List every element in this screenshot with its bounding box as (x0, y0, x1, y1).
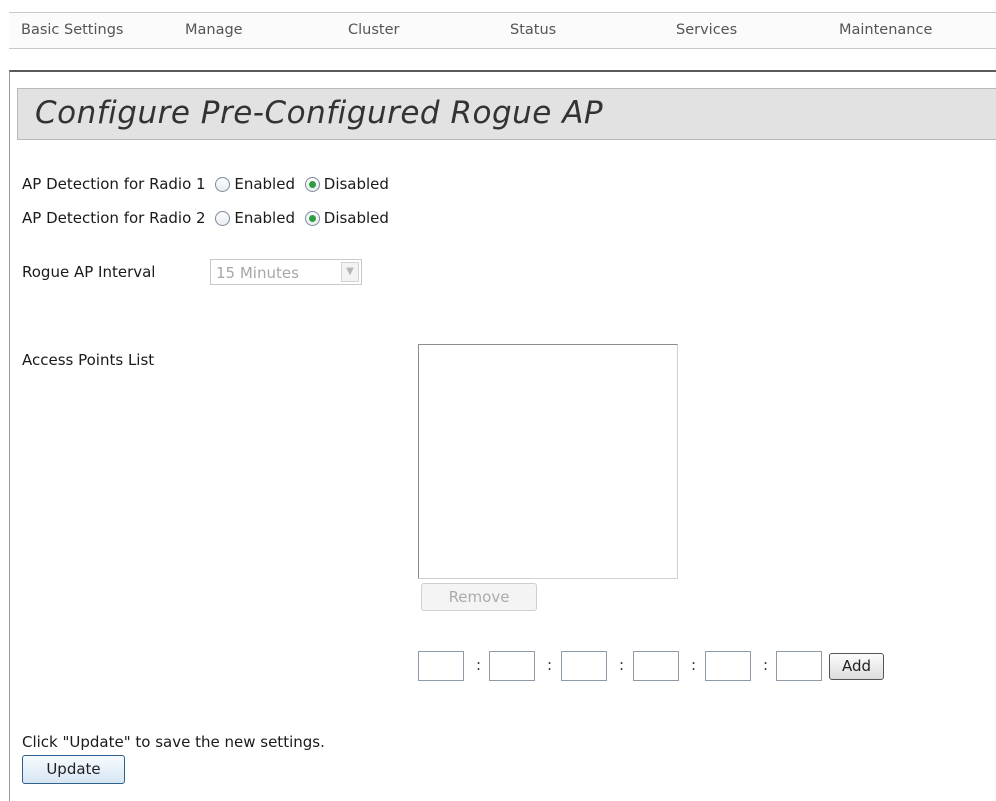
update-hint: Click "Update" to save the new settings. (22, 733, 325, 751)
radio2-disabled-label: Disabled (323, 209, 389, 227)
ap-list-label: Access Points List (22, 351, 155, 369)
title-bar: Configure Pre-Configured Rogue AP (17, 88, 996, 140)
radio1-disabled-label: Disabled (323, 175, 389, 193)
remove-button[interactable]: Remove (421, 583, 537, 611)
detection-radio2-row: AP Detection for Radio 2 Enabled Disable… (22, 209, 389, 227)
nav-manage[interactable]: Manage (185, 22, 243, 38)
nav-cluster[interactable]: Cluster (348, 22, 399, 38)
top-nav: Basic Settings Manage Cluster Status Ser… (9, 12, 996, 49)
mac-octet-4-input[interactable] (633, 651, 679, 681)
nav-maintenance[interactable]: Maintenance (839, 22, 932, 38)
mac-octet-6-input[interactable] (776, 651, 822, 681)
interval-select[interactable]: 15 Minutes ▼ (210, 259, 362, 285)
interval-select-value: 15 Minutes (216, 264, 299, 282)
ap-listbox[interactable] (418, 344, 678, 579)
interval-label: Rogue AP Interval (22, 263, 156, 281)
add-button[interactable]: Add (829, 653, 884, 680)
mac-octet-1-input[interactable] (418, 651, 464, 681)
detection-radio1-row: AP Detection for Radio 1 Enabled Disable… (22, 175, 389, 193)
nav-basic-settings[interactable]: Basic Settings (21, 22, 123, 38)
mac-octet-2-input[interactable] (489, 651, 535, 681)
detection-radio2-label: AP Detection for Radio 2 (22, 209, 206, 227)
detection-radio1-label: AP Detection for Radio 1 (22, 175, 206, 193)
mac-separator: : (547, 656, 553, 674)
radio1-disabled-radio[interactable] (304, 177, 320, 192)
mac-separator: : (763, 656, 769, 674)
mac-separator: : (619, 656, 625, 674)
radio2-disabled-radio[interactable] (304, 211, 320, 226)
chevron-down-icon[interactable]: ▼ (341, 262, 359, 282)
page-title: Configure Pre-Configured Rogue AP (35, 95, 604, 131)
radio2-enabled-radio[interactable] (215, 211, 231, 226)
radio1-enabled-radio[interactable] (215, 177, 231, 192)
nav-services[interactable]: Services (676, 22, 737, 38)
mac-separator: : (476, 656, 482, 674)
mac-octet-5-input[interactable] (705, 651, 751, 681)
nav-status[interactable]: Status (510, 22, 556, 38)
update-button[interactable]: Update (22, 755, 125, 784)
radio1-enabled-label: Enabled (234, 175, 295, 193)
radio2-enabled-label: Enabled (234, 209, 295, 227)
mac-separator: : (691, 656, 697, 674)
mac-octet-3-input[interactable] (561, 651, 607, 681)
